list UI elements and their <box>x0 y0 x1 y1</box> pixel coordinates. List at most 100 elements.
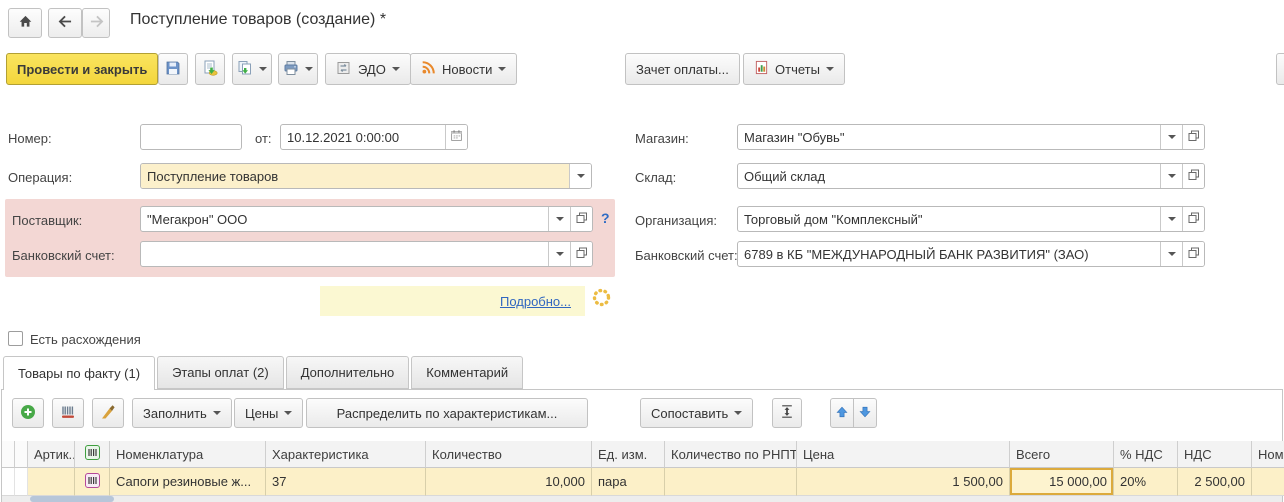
table-header-row: Артик... Номенклатура Характеристика Кол… <box>2 441 1284 468</box>
organization-open-button[interactable] <box>1182 207 1204 231</box>
open-icon <box>576 212 588 227</box>
prices-button[interactable]: Цены <box>234 398 303 428</box>
number-label: Номер: <box>8 131 52 146</box>
store-label: Магазин: <box>635 131 689 146</box>
discrepancies-checkbox[interactable] <box>8 331 23 346</box>
warehouse-label: Склад: <box>635 170 676 185</box>
rss-icon <box>421 60 436 78</box>
tab-comment[interactable]: Комментарий <box>411 356 523 389</box>
tab-goods-by-fact[interactable]: Товары по факту (1) <box>3 356 155 390</box>
operation-select[interactable]: Поступление товаров <box>140 163 592 189</box>
post-and-close-button[interactable]: Провести и закрыть <box>6 53 158 85</box>
news-dropdown-caret <box>498 67 506 71</box>
dropdown-caret-icon <box>577 174 585 178</box>
tab-payment-stages[interactable]: Этапы оплат (2) <box>157 356 284 389</box>
resize-rows-button[interactable] <box>772 398 802 428</box>
header-vat: НДС <box>1178 441 1252 468</box>
details-strip: Подробно... <box>320 286 585 316</box>
back-button[interactable] <box>48 8 82 38</box>
barcode-scanner-icon <box>60 404 76 423</box>
cell-select[interactable] <box>2 468 15 496</box>
operation-label: Операция: <box>8 170 72 185</box>
post-document-button[interactable] <box>195 53 225 85</box>
distribute-button[interactable]: Распределить по характеристикам... <box>306 398 588 428</box>
move-up-button[interactable] <box>830 398 854 428</box>
barcode-scanner-button[interactable] <box>52 398 84 428</box>
number-input[interactable] <box>140 124 242 150</box>
bank-account-open-button[interactable] <box>570 242 592 266</box>
cell-vat[interactable]: 2 500,00 <box>1178 468 1252 496</box>
forward-button[interactable] <box>82 8 110 38</box>
org-bank-open-button[interactable] <box>1182 242 1204 266</box>
cell-number[interactable] <box>1252 468 1284 496</box>
open-icon <box>1188 169 1200 184</box>
open-icon <box>1188 212 1200 227</box>
brush-button[interactable] <box>92 398 124 428</box>
cell-characteristic[interactable]: 37 <box>266 468 426 496</box>
bank-account-dropdown-button[interactable] <box>548 242 570 266</box>
back-arrow-icon <box>58 15 73 31</box>
save-button[interactable] <box>158 53 188 85</box>
table-row[interactable]: Сапоги резиновые ж... 37 10,000 пара 1 5… <box>2 468 1284 496</box>
edo-dropdown-caret <box>392 67 400 71</box>
cell-quantity[interactable]: 10,000 <box>426 468 592 496</box>
print-button[interactable] <box>278 53 318 85</box>
supplier-open-button[interactable] <box>570 207 592 231</box>
store-open-button[interactable] <box>1182 125 1204 149</box>
organization-dropdown-button[interactable] <box>1160 207 1182 231</box>
open-icon <box>1188 130 1200 145</box>
cell-marking[interactable] <box>75 468 110 496</box>
horizontal-scrollbar-thumb[interactable] <box>30 496 114 502</box>
cell-price[interactable]: 1 500,00 <box>797 468 1010 496</box>
header-unit: Ед. изм. <box>592 441 665 468</box>
cell-article[interactable] <box>28 468 75 496</box>
warehouse-input[interactable]: Общий склад <box>737 163 1205 189</box>
edo-icon <box>336 60 352 79</box>
print-dropdown-caret <box>305 67 313 71</box>
date-input[interactable]: 10.12.2021 0:00:00 <box>280 124 468 150</box>
calendar-icon <box>450 129 463 145</box>
payment-offset-button[interactable]: Зачет оплаты... <box>625 53 740 85</box>
discrepancies-label: Есть расхождения <box>30 332 141 347</box>
cell-rnpt-quantity[interactable] <box>665 468 797 496</box>
match-button[interactable]: Сопоставить <box>640 398 753 428</box>
home-button[interactable] <box>8 8 42 38</box>
fill-button[interactable]: Заполнить <box>132 398 232 428</box>
supplier-dropdown-button[interactable] <box>548 207 570 231</box>
organization-input[interactable]: Торговый дом "Комплексный" <box>737 206 1205 232</box>
store-input[interactable]: Магазин "Обувь" <box>737 124 1205 150</box>
store-dropdown-button[interactable] <box>1160 125 1182 149</box>
brush-icon <box>100 404 116 423</box>
fill-dropdown-caret <box>213 411 221 415</box>
tab-additional[interactable]: Дополнительно <box>286 356 410 389</box>
cell-unit[interactable]: пара <box>592 468 665 496</box>
operation-dropdown-button[interactable] <box>569 164 591 188</box>
home-icon <box>18 14 33 32</box>
help-icon[interactable]: ? <box>601 210 610 226</box>
warehouse-open-button[interactable] <box>1182 164 1204 188</box>
move-down-button[interactable] <box>853 398 877 428</box>
details-link[interactable]: Подробно... <box>500 294 571 309</box>
cell-flag[interactable] <box>15 468 28 496</box>
header-select-column <box>2 441 15 468</box>
header-article: Артик... <box>28 441 75 468</box>
org-bank-account-input[interactable]: 6789 в КБ "МЕЖДУНАРОДНЫЙ БАНК РАЗВИТИЯ" … <box>737 241 1205 267</box>
supplier-input[interactable]: "Мегакрон" ООО <box>140 206 593 232</box>
organization-label: Организация: <box>635 213 717 228</box>
copy-button[interactable] <box>232 53 272 85</box>
add-row-button[interactable] <box>12 398 44 428</box>
org-bank-dropdown-button[interactable] <box>1160 242 1182 266</box>
post-document-icon <box>202 60 218 79</box>
toolbar-overflow-button[interactable] <box>1276 53 1284 85</box>
news-button[interactable]: Новости <box>410 53 517 85</box>
supplier-bank-account-input[interactable] <box>140 241 593 267</box>
cell-nomenclature[interactable]: Сапоги резиновые ж... <box>110 468 266 496</box>
calendar-button[interactable] <box>445 125 467 149</box>
move-up-icon <box>835 405 849 422</box>
cell-vat-percent[interactable]: 20% <box>1114 468 1178 496</box>
horizontal-scrollbar[interactable] <box>2 496 1282 502</box>
cell-total-selected[interactable]: 15 000,00 <box>1010 468 1114 496</box>
warehouse-dropdown-button[interactable] <box>1160 164 1182 188</box>
reports-button[interactable]: Отчеты <box>743 53 845 85</box>
edo-button[interactable]: ЭДО <box>325 53 411 85</box>
